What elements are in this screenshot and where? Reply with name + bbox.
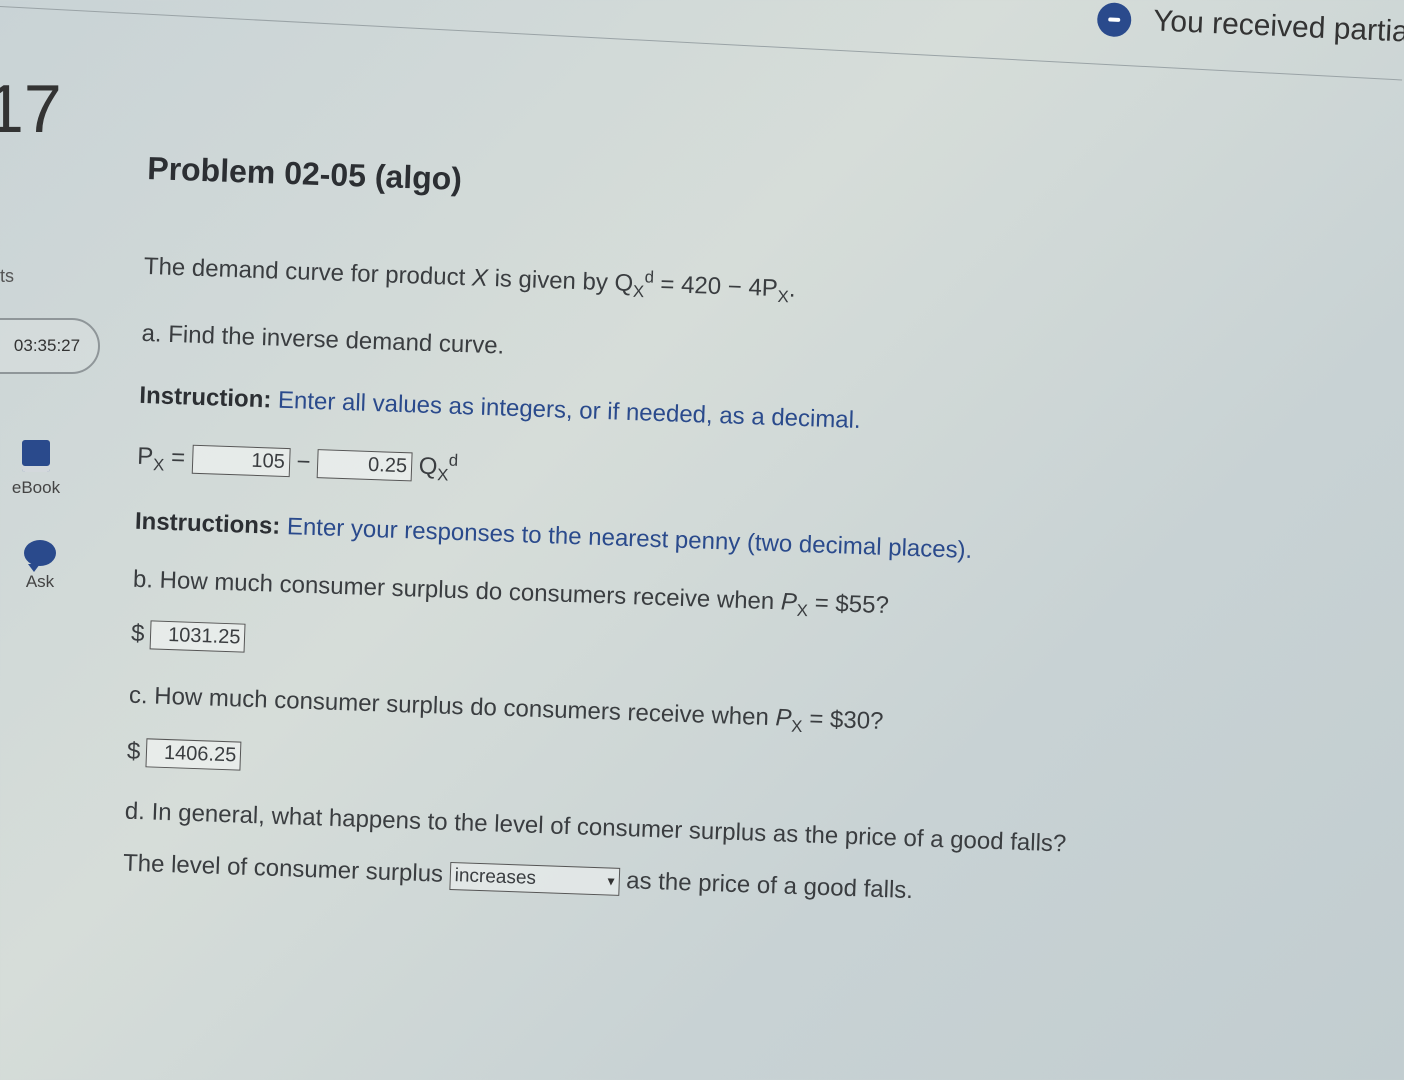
score-notice-text: You received partia [1152,4,1404,49]
select-value: increases [454,864,537,889]
score-notice: You received partia [1096,2,1404,50]
instructions-penny: Instructions: Enter your responses to th… [134,507,973,565]
timer: 03:35:27 [0,318,100,374]
currency-symbol: $ [126,737,141,766]
part-b-answer-row: $1031.25 [131,620,246,653]
ebook-label: eBook [11,478,61,497]
part-d-question: d. In general, what happens to the level… [124,797,1067,858]
left-rail: 17 ts 03:35:27 eBook Ask [0,0,120,1080]
part-a-instruction: Instruction: Enter all values as integer… [138,381,862,435]
slope-input[interactable]: 0.25 [316,449,413,482]
inverse-demand-row: PX = 105 − 0.25 QXd [136,442,459,485]
ask-button[interactable]: Ask [0,540,80,592]
surplus-direction-select[interactable]: increases ▾ [449,861,621,896]
part-a-question: a. Find the inverse demand curve. [141,319,505,360]
points-label: ts [0,266,15,286]
currency-symbol: $ [130,619,145,648]
problem-intro: The demand curve for product X is given … [143,252,797,307]
ebook-button[interactable]: eBook [0,440,76,498]
part-c-input[interactable]: 1406.25 [145,738,242,771]
part-b-input[interactable]: 1031.25 [149,620,246,653]
problem-content: Problem 02-05 (algo) The demand curve fo… [123,150,1148,904]
part-c-answer-row: $1406.25 [126,737,242,771]
part-c-question: c. How much consumer surplus do consumer… [128,681,884,736]
chat-bubble-icon [24,540,56,572]
intercept-input[interactable]: 105 [191,444,291,478]
part-b-question: b. How much consumer surplus do consumer… [132,565,890,621]
book-icon [22,440,50,472]
ask-label: Ask [25,572,55,591]
part-d-answer-row: The level of consumer surplus increases ▾… [122,849,914,905]
partial-credit-icon [1096,2,1132,38]
question-number: 17 [0,71,62,147]
chevron-down-icon: ▾ [607,872,615,889]
problem-title: Problem 02-05 (algo) [146,150,463,197]
